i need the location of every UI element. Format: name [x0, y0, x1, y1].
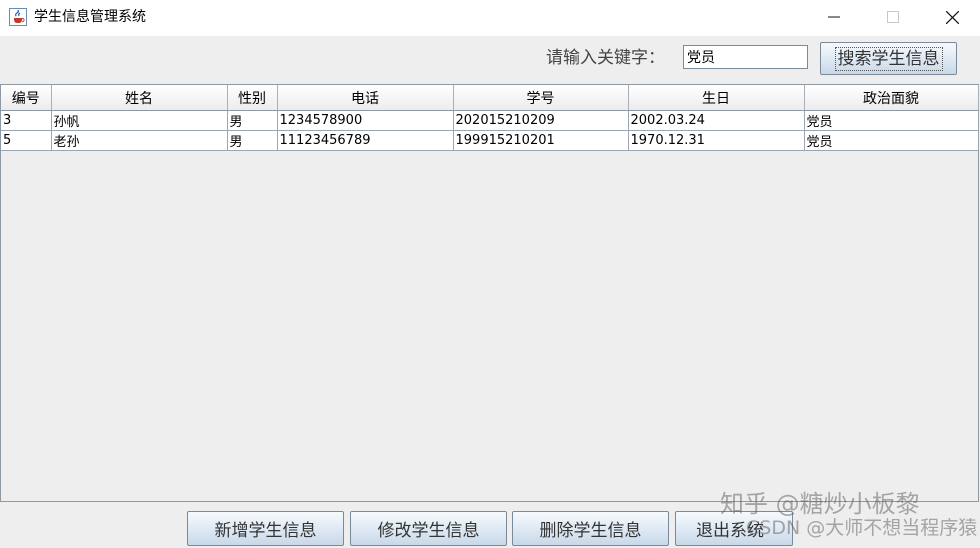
student-table[interactable]: 编号 姓名 性别 电话 学号 生日 政治面貌 3 孙帆 男 1234578900… [0, 84, 979, 502]
maximize-icon [887, 11, 899, 23]
edit-student-button[interactable]: 修改学生信息 [350, 511, 507, 546]
table-cell[interactable]: 男 [227, 130, 278, 151]
window-title: 学生信息管理系统 [34, 9, 146, 25]
table-cell[interactable]: 男 [227, 110, 278, 131]
table-cell[interactable]: 2002.03.24 [628, 110, 805, 131]
table-cell[interactable]: 孙帆 [51, 110, 228, 131]
add-student-button[interactable]: 新增学生信息 [187, 511, 344, 546]
column-header-birthday[interactable]: 生日 [628, 85, 805, 111]
java-coffee-icon[interactable] [9, 8, 27, 26]
column-header-gender[interactable]: 性别 [227, 85, 278, 111]
table-cell[interactable]: 1234578900 [277, 110, 454, 131]
minimize-button[interactable] [811, 0, 857, 34]
search-button[interactable]: 搜索学生信息 [820, 42, 957, 75]
search-input[interactable] [683, 45, 808, 69]
column-header-student-number[interactable]: 学号 [453, 85, 629, 111]
table-cell[interactable]: 3 [1, 110, 52, 131]
table-row[interactable]: 5 老孙 男 11123456789 199915210201 1970.12.… [1, 130, 979, 151]
table-header-row: 编号 姓名 性别 电话 学号 生日 政治面貌 [1, 85, 979, 111]
search-button-label: 搜索学生信息 [834, 46, 943, 71]
table-cell[interactable]: 1970.12.31 [628, 130, 805, 151]
column-header-id[interactable]: 编号 [1, 85, 52, 111]
table-cell[interactable]: 202015210209 [453, 110, 629, 131]
table-cell[interactable]: 11123456789 [277, 130, 454, 151]
minimize-icon [828, 16, 840, 18]
title-bar: 学生信息管理系统 [0, 0, 980, 36]
close-button[interactable] [929, 0, 975, 34]
maximize-button[interactable] [870, 0, 916, 34]
close-icon [945, 10, 959, 24]
table-cell[interactable]: 党员 [804, 130, 979, 151]
watermark-csdn: CSDN @大师不想当程序猿 [746, 517, 978, 539]
table-cell[interactable]: 5 [1, 130, 52, 151]
table-cell[interactable]: 199915210201 [453, 130, 629, 151]
search-label: 请输入关键字： [546, 48, 665, 68]
table-row[interactable]: 3 孙帆 男 1234578900 202015210209 2002.03.2… [1, 110, 979, 131]
watermark-zhihu: 知乎 @糖炒小板黎 [720, 490, 920, 518]
delete-student-button[interactable]: 删除学生信息 [512, 511, 669, 546]
column-header-phone[interactable]: 电话 [277, 85, 454, 111]
column-header-name[interactable]: 姓名 [51, 85, 228, 111]
column-header-political-status[interactable]: 政治面貌 [804, 85, 979, 111]
table-cell[interactable]: 老孙 [51, 130, 228, 151]
table-cell[interactable]: 党员 [804, 110, 979, 131]
